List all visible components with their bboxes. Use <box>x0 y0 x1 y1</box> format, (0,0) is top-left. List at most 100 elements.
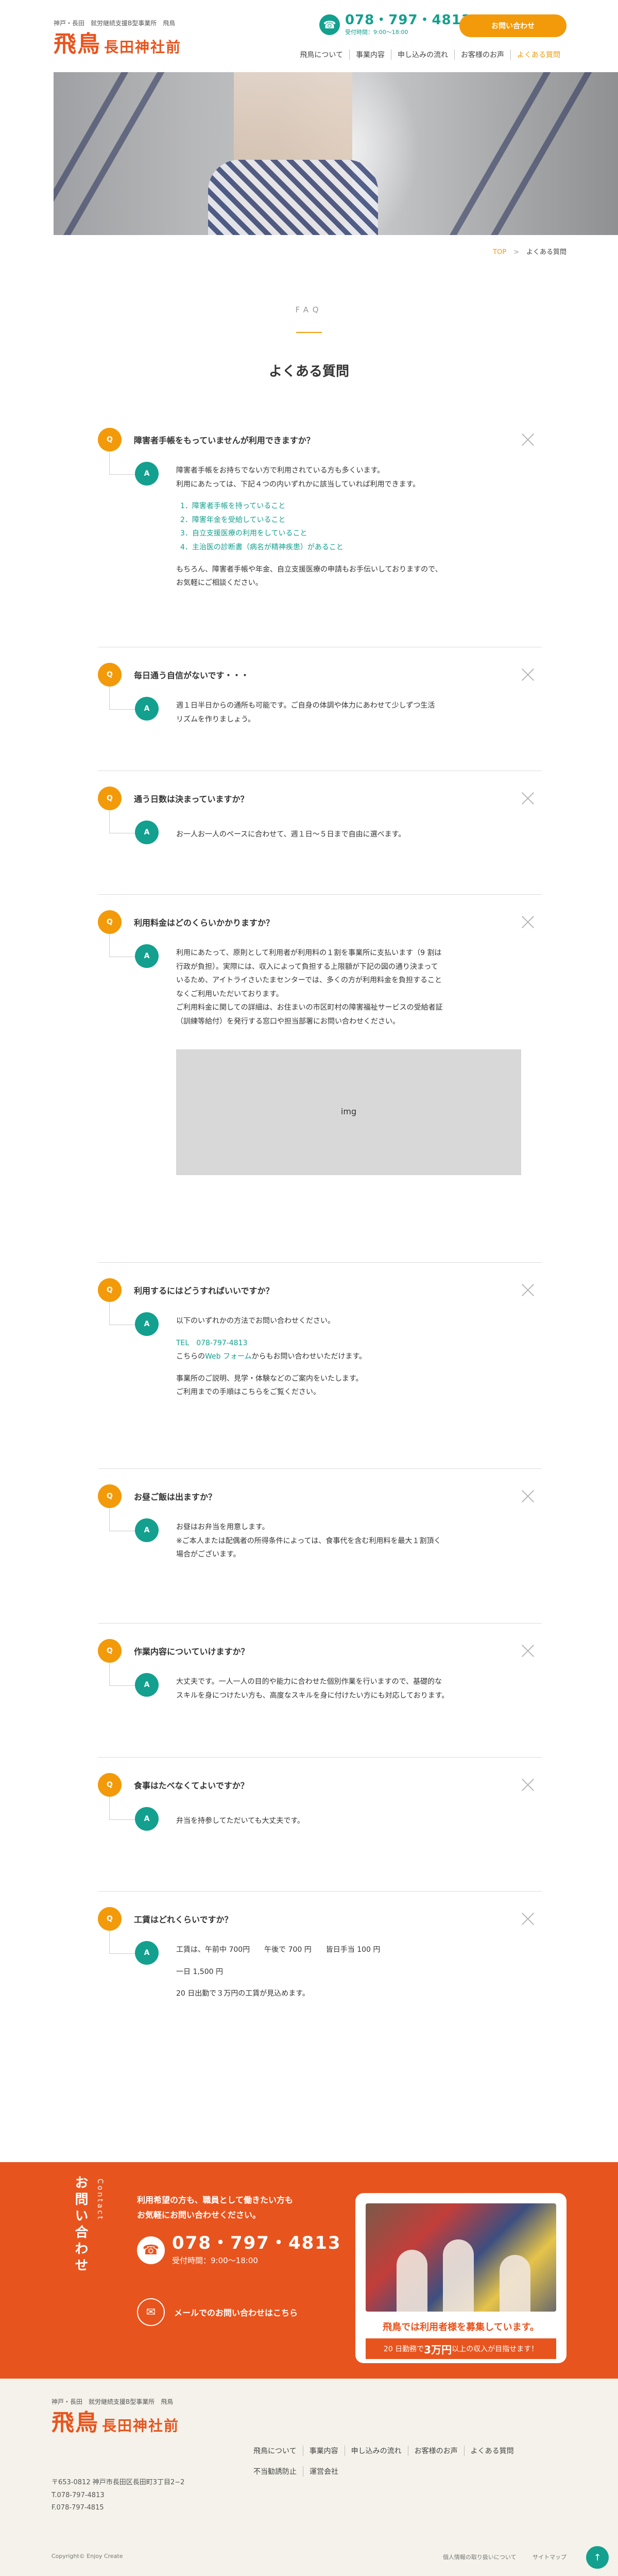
faq-item[interactable]: Q 毎日通う自信がないです・・・ A 週１日半日からの通所も可能です。ご自身の体調… <box>98 647 542 771</box>
faq-answer: 利用にあたって、原則として利用者が利用料の１割を事業所に支払います（9 割は 行… <box>176 946 526 1175</box>
answer-text: 障害者手帳をお持ちでない方で利用されている方も多くいます。 <box>176 466 385 475</box>
footer-nav-company[interactable]: 運営会社 <box>303 2466 345 2477</box>
nav-about[interactable]: 飛鳥について <box>294 49 349 60</box>
nav-flow[interactable]: 申し込みの流れ <box>391 49 454 60</box>
tel-link[interactable]: TEL 078-797-4813 <box>176 1336 526 1350</box>
logo-sub-text: 長田神社前 <box>102 2417 180 2435</box>
logo-main-text: 飛鳥 <box>54 31 101 57</box>
footer-nav-voices[interactable]: お客様のお声 <box>407 2446 464 2456</box>
footer-address-block: 〒653-0812 神戸市長田区長田町3丁目2−2 T.078-797-4813… <box>52 2477 184 2515</box>
footer-nav-services[interactable]: 事業内容 <box>302 2446 345 2456</box>
footer-nav: 飛鳥について 事業内容 申し込みの流れ お客様のお声 よくある質問 不当勧誘防止… <box>247 2446 566 2487</box>
answer-badge: A <box>135 1941 159 1965</box>
list-item: 2．障害年金を受給していること <box>180 515 286 524</box>
faq-question[interactable]: 通う日数は決まっていますか？ <box>134 792 249 805</box>
footer-links: 個人情報の取り扱いについて サイトマップ <box>428 2553 566 2561</box>
faq-item[interactable]: Q 通う日数は決まっていますか？ A お一人お一人のペースに合わせて、週１日～５日… <box>98 771 542 895</box>
faq-question[interactable]: お昼ご飯は出ますか？ <box>134 1490 216 1502</box>
close-icon[interactable] <box>521 1644 535 1658</box>
sitemap-link[interactable]: サイトマップ <box>533 2554 566 2561</box>
footer-nav-flow[interactable]: 申し込みの流れ <box>344 2446 408 2456</box>
faq-item[interactable]: Q 障害者手帳をもっていませんが利用できますか？ A 障害者手帳をお持ちでない方で… <box>98 412 542 647</box>
answer-badge: A <box>135 1312 159 1336</box>
question-badge: Q <box>98 1484 122 1508</box>
contact-lead-line: お気軽にお問い合わせください。 <box>137 2210 261 2220</box>
close-icon[interactable] <box>521 915 535 929</box>
faq-question[interactable]: 毎日通う自信がないです・・・ <box>134 668 249 681</box>
contact-phone[interactable]: ☎ 078・797・4813 受付時間：9:00～18:00 <box>137 2234 341 2266</box>
contact-mail-link[interactable]: ✉ メールでのお問い合わせはこちら <box>137 2298 298 2326</box>
nav-voices[interactable]: お客様のお声 <box>454 49 510 60</box>
faq-item[interactable]: Q 食事はたべなくてよいですか？ A 弁当を持参してただいても大丈夫です。 <box>98 1758 542 1892</box>
answer-text: ご利用までの手順はこちらをご覧ください。 <box>176 1388 320 1397</box>
eligibility-list: 1．障害者手帳を持っていること 2．障害年金を受給していること 3．自立支援医療… <box>176 499 526 554</box>
header-phone-number: 078・797・4813 <box>345 12 471 28</box>
header-phone[interactable]: ☎ 078・797・4813 受付時間：9:00～18:00 <box>319 13 471 36</box>
breadcrumb-current: よくある質問 <box>526 248 566 256</box>
faq-question[interactable]: 食事はたべなくてよいですか？ <box>134 1779 249 1791</box>
recruit-photo <box>366 2203 556 2312</box>
list-item: 4．主治医の診断書（病名が精神疾患）があること <box>180 543 344 551</box>
faq-question[interactable]: 作業内容についていけますか？ <box>134 1645 249 1657</box>
faq-answer: 以下のいずれかの方法でお問い合わせください。 TEL 078-797-4813 … <box>176 1314 526 1399</box>
privacy-link[interactable]: 個人情報の取り扱いについて <box>443 2554 517 2561</box>
faq-item[interactable]: Q 工賃はどれくらいですか？ A 工賃は、午前中 700円 午後で 700 円 皆… <box>98 1892 542 2062</box>
faq-question[interactable]: 障害者手帳をもっていませんが利用できますか？ <box>134 433 315 446</box>
faq-item[interactable]: Q 利用料金はどのくらいかかりますか？ A 利用にあたって、原則として利用者が利用… <box>98 895 542 1263</box>
site-logo[interactable]: 飛鳥 長田神社前 <box>54 33 181 56</box>
breadcrumb-home[interactable]: TOP <box>493 248 506 256</box>
contact-mail-label: メールでのお問い合わせはこちら <box>174 2308 298 2318</box>
site-header: 神戸・長田 就労継続支援B型事業所 飛鳥 飛鳥 長田神社前 ☎ 078・797・… <box>0 0 618 67</box>
hero-image <box>54 72 618 235</box>
footer-nav-policy[interactable]: 不当勧誘防止 <box>247 2466 303 2477</box>
header-contact-button[interactable]: お問い合わせ <box>459 14 566 37</box>
close-icon[interactable] <box>521 1778 535 1792</box>
faq-item[interactable]: Q お昼ご飯は出ますか？ A お昼はお弁当を用意します。 ※ご本人または配偶者の所… <box>98 1469 542 1624</box>
answer-badge: A <box>135 1518 159 1542</box>
footer-nav-about[interactable]: 飛鳥について <box>247 2446 303 2456</box>
answer-text: こちらの <box>176 1352 205 1361</box>
recruit-banner: 20 日勤務で 3万円 以上の収入が目指せます！ <box>366 2338 556 2359</box>
footer-nav-faq[interactable]: よくある質問 <box>464 2446 520 2456</box>
close-icon[interactable] <box>521 1490 535 1503</box>
nav-services[interactable]: 事業内容 <box>349 49 391 60</box>
close-icon[interactable] <box>521 433 535 446</box>
breadcrumb-separator: > <box>513 248 519 256</box>
faq-item[interactable]: Q 利用するにはどうすればいいですか？ A 以下のいずれかの方法でお問い合わせくだ… <box>98 1263 542 1469</box>
contact-lead: 利用希望の方も、職員として働きたい方も お気軽にお問い合わせください。 <box>137 2193 293 2223</box>
phone-icon: ☎ <box>137 2236 165 2264</box>
close-icon[interactable] <box>521 1283 535 1297</box>
faq-question[interactable]: 利用料金はどのくらいかかりますか？ <box>134 916 274 928</box>
close-icon[interactable] <box>521 668 535 681</box>
contact-phone-number: 078・797・4813 <box>172 2233 341 2253</box>
web-form-link[interactable]: Web フォーム <box>205 1352 252 1361</box>
footer-fax: F.078-797-4815 <box>52 2504 104 2512</box>
answer-text: スキルを身につけたい方も、高度なスキルを身に付けたい方にも対応しております。 <box>176 1691 449 1700</box>
close-icon[interactable] <box>521 1912 535 1926</box>
footer-logo[interactable]: 飛鳥 長田神社前 <box>52 2412 179 2434</box>
question-badge: Q <box>98 663 122 687</box>
recruit-heading: 飛鳥では利用者様を募集しています。 <box>383 2322 539 2333</box>
global-nav: 飛鳥について 事業内容 申し込みの流れ お客様のお声 よくある質問 <box>247 49 566 60</box>
faq-item[interactable]: Q 作業内容についていけますか？ A 大丈夫です。一人一人の目的や能力に合わせた個… <box>98 1624 542 1758</box>
answer-badge: A <box>135 697 159 721</box>
arrow-up-icon[interactable]: ↑ <box>586 2546 609 2569</box>
answer-text: 20 日出勤で３万円の工賃が見込めます。 <box>176 1989 310 1998</box>
recruit-card[interactable]: 飛鳥では利用者様を募集しています。 20 日勤務で 3万円 以上の収入が目指せます！ <box>355 2193 566 2363</box>
answer-text: 利用にあたって、原則として利用者が利用料の１割を事業所に支払います（9 割は <box>176 949 442 957</box>
question-badge: Q <box>98 428 122 451</box>
header-phone-hours: 受付時間：9:00～18:00 <box>345 29 408 36</box>
nav-faq[interactable]: よくある質問 <box>510 49 566 60</box>
answer-badge: A <box>135 1673 159 1697</box>
faq-question[interactable]: 工賃はどれくらいですか？ <box>134 1913 233 1925</box>
faq-answer: お一人お一人のペースに合わせて、週１日～５日まで自由に選べます。 <box>176 828 526 842</box>
answer-text: 週１日半日からの通所も可能です。ご自身の体調や体力にあわせて少しずつ生活 <box>176 701 435 710</box>
faq-question[interactable]: 利用するにはどうすればいいですか？ <box>134 1284 274 1296</box>
section-divider <box>296 332 322 333</box>
question-badge: Q <box>98 1907 122 1931</box>
answer-text: なくご利用いただいております。 <box>176 990 283 998</box>
answer-text: 一日 1,500 円 <box>176 1967 223 1976</box>
answer-text: 事業所のご説明、見学・体験などのご案内をいたします。 <box>176 1374 363 1383</box>
close-icon[interactable] <box>521 792 535 805</box>
answer-text: いるため、アイトライさいたまセンターでは、多くの方が利用料金を負担すること <box>176 976 442 985</box>
